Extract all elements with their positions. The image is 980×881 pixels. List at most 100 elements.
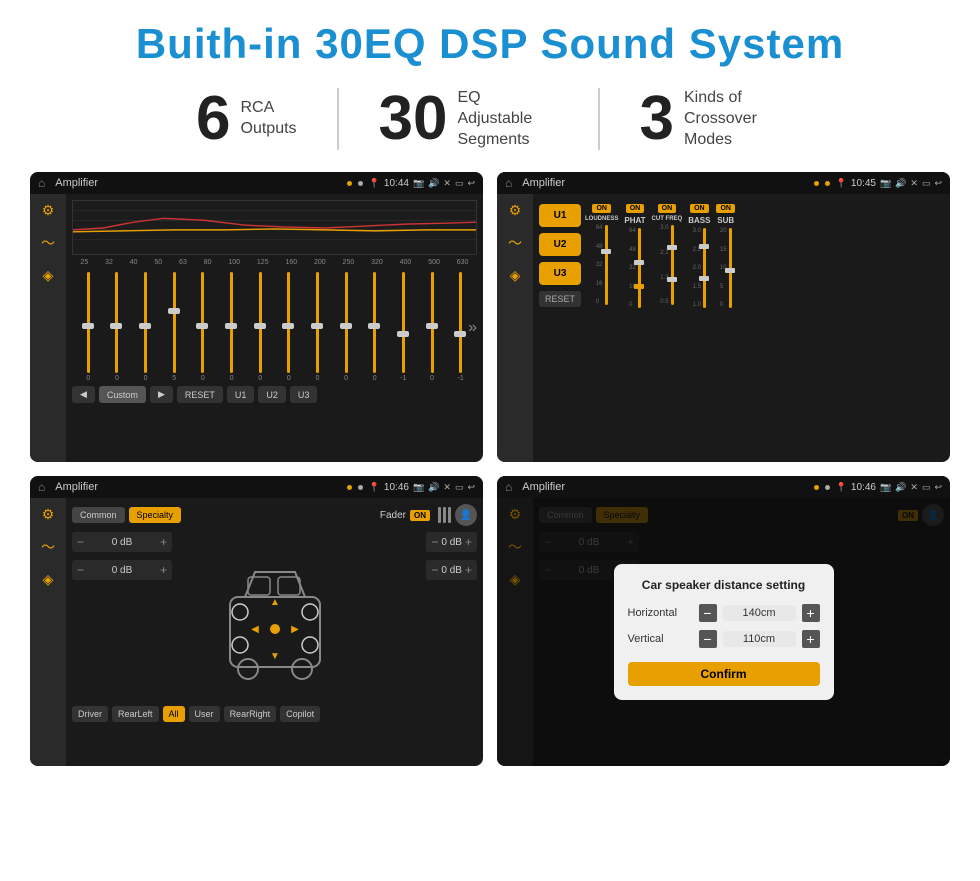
- fader-wave-icon[interactable]: 〜: [41, 537, 55, 557]
- fader-bar1: [438, 507, 441, 523]
- bass-on[interactable]: ON: [690, 204, 709, 213]
- eq-reset-btn[interactable]: RESET: [177, 386, 223, 403]
- eq-label-50: 50: [154, 259, 162, 266]
- db-plus-3[interactable]: +: [465, 535, 472, 549]
- preset-u2-btn[interactable]: U2: [539, 233, 581, 256]
- db-plus-2[interactable]: +: [160, 563, 167, 577]
- crossover-status-bar: ⌂ Amplifier 📍 10:45 📷 🔊 ✕ ▭ ↩: [497, 172, 950, 194]
- eq-prev-btn[interactable]: ◀: [72, 386, 95, 403]
- horizontal-plus[interactable]: +: [802, 604, 820, 622]
- bass-slider[interactable]: [703, 228, 706, 308]
- eq-slider-1[interactable]: 0: [80, 272, 96, 382]
- fader-home-icon[interactable]: ⌂: [38, 480, 45, 494]
- driver-btn[interactable]: Driver: [72, 706, 108, 722]
- fader-on-badge[interactable]: ON: [410, 510, 430, 521]
- battery-icon: ▭: [455, 178, 464, 189]
- eq-slider-9[interactable]: 0: [309, 272, 325, 382]
- eq-controls: ◀ Custom ▶ RESET U1 U2 U3: [72, 386, 477, 403]
- loudness-on[interactable]: ON: [592, 204, 611, 213]
- eq-slider-8[interactable]: 0: [281, 272, 297, 382]
- eq-speaker-icon[interactable]: ◈: [43, 267, 54, 284]
- eq-custom-btn[interactable]: Custom: [99, 386, 146, 403]
- cutfreq-on[interactable]: ON: [658, 204, 677, 213]
- vertical-plus[interactable]: +: [802, 630, 820, 648]
- sub-slider[interactable]: [729, 228, 732, 308]
- rearleft-btn[interactable]: RearLeft: [112, 706, 159, 722]
- cross-home-icon[interactable]: ⌂: [505, 176, 512, 190]
- fader-db-row1: − 0 dB +: [72, 532, 172, 552]
- eq-slider-7[interactable]: 0: [252, 272, 268, 382]
- sub-on[interactable]: ON: [716, 204, 735, 213]
- cross-wave-icon[interactable]: 〜: [508, 233, 522, 253]
- cross-speaker-icon[interactable]: ◈: [510, 267, 521, 284]
- fader-settings-icon[interactable]: ⚙: [42, 506, 55, 523]
- eq-label-200: 200: [314, 259, 326, 266]
- page-title: Buith-in 30EQ DSP Sound System: [30, 20, 950, 68]
- horizontal-minus[interactable]: −: [699, 604, 717, 622]
- eq-u3-btn[interactable]: U3: [290, 386, 318, 403]
- cross-status-icons: 📍 10:45 📷 🔊 ✕ ▭ ↩: [836, 178, 942, 189]
- db-minus-3[interactable]: −: [431, 535, 438, 549]
- preset-u1-btn[interactable]: U1: [539, 204, 581, 227]
- specialty-btn[interactable]: Specialty: [129, 507, 182, 523]
- db-plus-1[interactable]: +: [160, 535, 167, 549]
- profile-icon[interactable]: 👤: [455, 504, 477, 526]
- db-val-3: 0 dB: [441, 537, 462, 548]
- common-btn[interactable]: Common: [72, 507, 125, 523]
- vertical-value: 110cm: [723, 631, 796, 647]
- rearright-btn[interactable]: RearRight: [224, 706, 277, 722]
- eq-screen: ⌂ Amplifier 📍 10:44 📷 🔊 ✕ ▭ ↩ ⚙ 〜: [30, 172, 483, 462]
- all-btn[interactable]: All: [163, 706, 185, 722]
- eq-screen-content: ⚙ 〜 ◈: [30, 194, 483, 462]
- eq-slider-11[interactable]: 0: [367, 272, 383, 382]
- user-btn[interactable]: User: [189, 706, 220, 722]
- eq-slider-14[interactable]: -1: [453, 272, 469, 382]
- eq-slider-12[interactable]: -1: [395, 272, 411, 382]
- fader-camera-icon: 📷: [413, 482, 424, 493]
- phat-slider[interactable]: [638, 228, 641, 308]
- eq-slider-10[interactable]: 0: [338, 272, 354, 382]
- horizontal-row: Horizontal − 140cm +: [628, 604, 820, 622]
- eq-settings-icon[interactable]: ⚙: [42, 202, 55, 219]
- dialog-app-title: Amplifier: [522, 481, 807, 493]
- crossover-presets: U1 U2 U3 RESET: [539, 200, 581, 456]
- dialog-dot2: [825, 485, 830, 490]
- eq-slider-5[interactable]: 0: [195, 272, 211, 382]
- home-icon[interactable]: ⌂: [38, 176, 45, 190]
- eq-wave-icon[interactable]: 〜: [41, 233, 55, 253]
- eq-u1-btn[interactable]: U1: [227, 386, 255, 403]
- volume-icon: 🔊: [428, 178, 439, 189]
- eq-slider-13[interactable]: 0: [424, 272, 440, 382]
- dialog-home-icon[interactable]: ⌂: [505, 480, 512, 494]
- db-minus-4[interactable]: −: [431, 563, 438, 577]
- dialog-screen: ⌂ Amplifier 📍 10:46 📷 🔊 ✕ ▭ ↩ ⚙ 〜: [497, 476, 950, 766]
- fader-status-bar: ⌂ Amplifier 📍 10:46 📷 🔊 ✕ ▭ ↩: [30, 476, 483, 498]
- cross-settings-icon[interactable]: ⚙: [509, 202, 522, 219]
- eq-slider-6[interactable]: 0: [224, 272, 240, 382]
- channel-loudness: ON LOUDNESS 64 48 32 16 0: [585, 204, 618, 452]
- fader-speaker-icon[interactable]: ◈: [43, 571, 54, 588]
- eq-slider-3[interactable]: 0: [138, 272, 154, 382]
- fader-volume-icon: 🔊: [428, 482, 439, 493]
- copilot-btn[interactable]: Copilot: [280, 706, 320, 722]
- eq-u2-btn[interactable]: U2: [258, 386, 286, 403]
- confirm-button[interactable]: Confirm: [628, 662, 820, 686]
- phat-on[interactable]: ON: [626, 204, 645, 213]
- db-minus-2[interactable]: −: [77, 563, 84, 577]
- eq-play-btn[interactable]: ▶: [150, 386, 173, 403]
- cross-reset-btn[interactable]: RESET: [539, 291, 581, 307]
- loudness-slider[interactable]: [605, 225, 608, 305]
- fader-left-controls: − 0 dB + − 0 dB +: [72, 532, 172, 702]
- vertical-minus[interactable]: −: [699, 630, 717, 648]
- eq-arrows[interactable]: »: [468, 319, 477, 337]
- stat-crossover: 3 Kinds ofCrossover Modes: [600, 88, 824, 150]
- dialog-back-icon: ↩: [934, 482, 942, 493]
- db-plus-4[interactable]: +: [465, 563, 472, 577]
- eq-slider-2[interactable]: 0: [109, 272, 125, 382]
- preset-u3-btn[interactable]: U3: [539, 262, 581, 285]
- eq-label-63: 63: [179, 259, 187, 266]
- eq-slider-4[interactable]: 5: [166, 272, 182, 382]
- phat-numbers: 64 48 32 16 0: [629, 228, 636, 308]
- db-minus-1[interactable]: −: [77, 535, 84, 549]
- cutfreq-slider[interactable]: [671, 225, 674, 305]
